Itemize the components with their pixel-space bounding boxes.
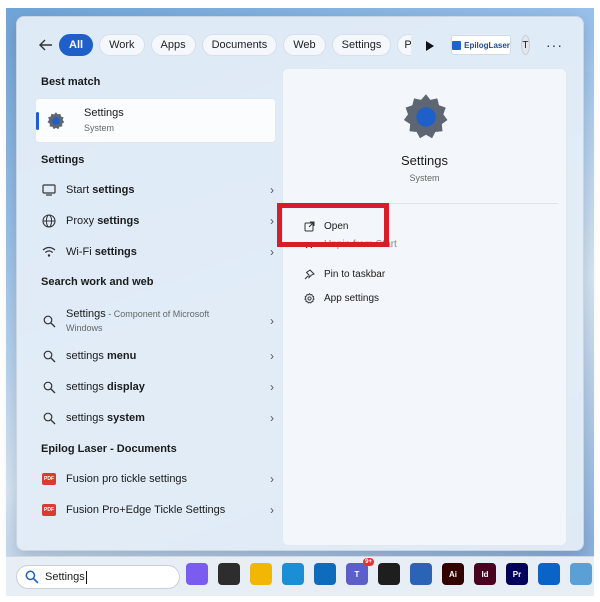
taskbar: Settings T 9+ Ai Id Pr (6, 556, 594, 596)
back-arrow-icon[interactable] (39, 35, 53, 55)
copilot-icon[interactable] (186, 563, 208, 585)
chevron-right-icon[interactable]: › (267, 214, 277, 228)
list-item-label: Settings - Component of Microsoft Windows (66, 308, 210, 333)
list-item-label: Start settings (66, 184, 135, 196)
text-caret (85, 570, 87, 584)
list-item[interactable]: Start settings › (41, 176, 277, 204)
taskbar-search-input[interactable]: Settings (16, 565, 180, 589)
scroll-filters-play-icon[interactable] (425, 39, 435, 51)
screenshot-border-right (594, 0, 600, 602)
outlook-new-icon[interactable] (538, 563, 560, 585)
chevron-right-icon[interactable]: › (267, 472, 277, 486)
detail-title: Settings (401, 153, 448, 168)
teams-icon[interactable]: T 9+ (346, 558, 374, 585)
filter-chip-apps[interactable]: Apps (150, 34, 196, 56)
screenshot-border-left (0, 0, 6, 602)
taskbar-apps: T 9+ Ai Id Pr (186, 558, 600, 585)
chevron-right-icon[interactable]: › (267, 503, 277, 517)
settings-gear-icon (47, 112, 65, 130)
illustrator-icon[interactable]: Ai (442, 563, 464, 585)
indesign-icon[interactable]: Id (474, 563, 496, 585)
search-icon (41, 379, 57, 395)
wifi-icon (41, 244, 57, 260)
chevron-right-icon[interactable]: › (267, 245, 277, 259)
network-app-icon[interactable] (570, 563, 592, 585)
org-brand-badge[interactable]: EpilogLaser (451, 35, 511, 55)
app-settings-action[interactable]: App settings (303, 288, 379, 308)
result-detail-pane: Settings System Open ✕ Unpin from Start … (282, 68, 567, 546)
app-settings-label: App settings (324, 292, 380, 304)
list-item[interactable]: settings system › (41, 404, 277, 432)
list-item-label: settings display (66, 381, 145, 393)
pin-action-label: Pin to taskbar (324, 268, 386, 280)
list-item[interactable]: Wi-Fi settings › (41, 238, 277, 266)
edge-icon[interactable] (282, 563, 304, 585)
list-item-label: settings menu (66, 350, 137, 362)
best-match-result[interactable]: Settings System (35, 98, 276, 143)
start-search-panel: All Work Apps Documents Web Settings Peo… (16, 16, 584, 551)
list-item[interactable]: Settings - Component of Microsoft Windows… (41, 305, 277, 337)
list-item-label: Fusion pro tickle settings (66, 473, 188, 485)
settings-section-heading: Settings (41, 154, 85, 166)
list-item[interactable]: PDF Fusion pro tickle settings › (41, 465, 277, 493)
chevron-right-icon[interactable]: › (267, 314, 277, 328)
pdf-file-icon: PDF (42, 504, 56, 516)
epilog-logo-icon (452, 40, 462, 50)
chevron-right-icon[interactable]: › (267, 349, 277, 363)
brand-label: EpilogLaser (464, 40, 510, 50)
search-icon (41, 410, 57, 426)
search-icon (41, 313, 57, 329)
list-item[interactable]: PDF Fusion Pro+Edge Tickle Settings › (41, 496, 277, 524)
pin-to-taskbar-action[interactable]: Pin to taskbar (303, 264, 385, 284)
notification-badge: 9+ (363, 558, 374, 566)
best-match-subtitle: System (84, 123, 115, 133)
search-icon (41, 348, 57, 364)
chevron-right-icon[interactable]: › (267, 380, 277, 394)
filter-chip-work[interactable]: Work (99, 34, 145, 56)
list-item[interactable]: Proxy settings › (41, 207, 277, 235)
documents-heading: Epilog Laser - Documents (41, 443, 177, 455)
premiere-icon[interactable]: Pr (506, 563, 528, 585)
detail-subtitle: System (409, 173, 440, 183)
pin-icon (303, 268, 315, 280)
file-explorer-icon[interactable] (250, 563, 272, 585)
terminal-icon[interactable] (378, 563, 400, 585)
list-item-label: settings system (66, 412, 145, 424)
filter-chip-settings[interactable]: Settings (331, 34, 392, 56)
more-options-icon[interactable]: ··· (546, 37, 563, 53)
chevron-right-icon[interactable]: › (267, 183, 277, 197)
list-item-label: Fusion Pro+Edge Tickle Settings (66, 504, 226, 516)
search-web-heading: Search work and web (41, 276, 154, 288)
user-avatar[interactable]: T (520, 35, 530, 55)
filter-chip-all[interactable]: All (59, 34, 94, 56)
monitor-icon (41, 182, 57, 198)
gear-icon (303, 292, 315, 304)
chevron-right-icon[interactable]: › (267, 411, 277, 425)
screenshot-border-top (0, 0, 600, 8)
filter-chip-documents[interactable]: Documents (201, 34, 278, 56)
list-item[interactable]: settings menu › (41, 342, 277, 370)
filter-chip-web[interactable]: Web (283, 34, 326, 56)
search-icon (25, 570, 39, 584)
outlook-icon[interactable] (314, 563, 336, 585)
search-filter-bar: All Work Apps Documents Web Settings Peo… (39, 34, 563, 56)
list-item[interactable]: settings display › (41, 373, 277, 401)
selection-accent (36, 112, 39, 130)
taskview-icon[interactable] (218, 563, 240, 585)
best-match-heading: Best match (41, 76, 101, 88)
app-icon[interactable] (410, 563, 432, 585)
filter-chip-people[interactable]: Peop (397, 34, 412, 56)
search-value: Settings (45, 571, 85, 583)
settings-gear-icon (403, 94, 448, 139)
screenshot-border-bottom (0, 596, 600, 602)
list-item-label: Proxy settings (66, 215, 140, 227)
list-item-label: Wi-Fi settings (66, 246, 137, 258)
globe-icon (41, 213, 57, 229)
best-match-title: Settings (84, 107, 124, 119)
pdf-file-icon: PDF (42, 473, 56, 485)
annotation-highlight-box (277, 203, 389, 247)
